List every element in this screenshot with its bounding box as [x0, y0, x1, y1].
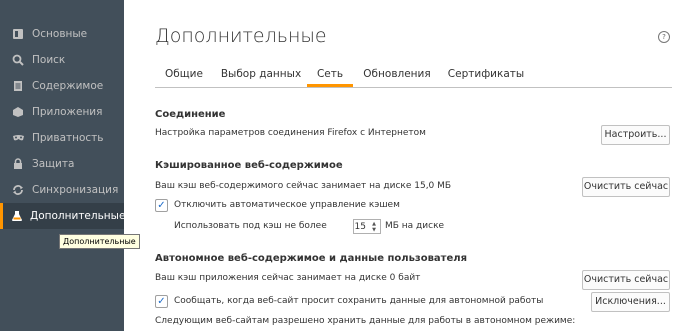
- privacy-icon: [11, 131, 25, 145]
- applications-icon: [11, 105, 25, 119]
- offline-sites-label: Следующим веб-сайтам разрешено хранить д…: [155, 316, 576, 326]
- sidebar-item-label: Защита: [32, 158, 75, 170]
- general-icon: [11, 27, 25, 41]
- sidebar-item-security[interactable]: Защита: [0, 151, 124, 177]
- sidebar-item-general[interactable]: Основные: [0, 21, 124, 47]
- page-title: Дополнительные: [155, 25, 327, 47]
- clear-cache-button[interactable]: Очистить сейчас: [582, 177, 670, 197]
- offline-title: Автономное веб-содержимое и данные польз…: [155, 253, 467, 264]
- tab-certificates[interactable]: Сертификаты: [441, 62, 531, 87]
- sync-icon: [11, 183, 25, 197]
- sidebar-item-label: Содержимое: [32, 80, 104, 92]
- cache-title: Кэшированное веб-содержимое: [155, 160, 343, 171]
- cache-size-value: 15: [354, 222, 366, 232]
- cache-limit-prefix: Использовать под кэш не более: [174, 221, 327, 231]
- exceptions-button[interactable]: Исключения...: [591, 292, 670, 312]
- tab-bar: Общие Выбор данных Сеть Обновления Серти…: [155, 62, 672, 88]
- search-icon: [11, 53, 25, 67]
- cache-size-spinner[interactable]: ▲ ▼: [369, 221, 379, 233]
- sidebar-item-label: Дополнительные: [30, 210, 126, 222]
- connection-settings-button[interactable]: Настроить...: [601, 125, 670, 145]
- offline-notify-checkbox[interactable]: ✓: [155, 295, 168, 308]
- tab-general[interactable]: Общие: [155, 62, 213, 87]
- override-cache-checkbox[interactable]: ✓: [155, 199, 168, 212]
- sidebar-item-search[interactable]: Поиск: [0, 47, 124, 73]
- help-icon[interactable]: ?: [658, 31, 670, 43]
- sidebar-item-label: Основные: [32, 28, 88, 40]
- sidebar-item-label: Приложения: [32, 106, 103, 118]
- main-content: Дополнительные ? Общие Выбор данных Сеть…: [124, 0, 684, 331]
- connection-title: Соединение: [155, 109, 226, 120]
- content-icon: [11, 79, 25, 93]
- tab-network[interactable]: Сеть: [307, 62, 353, 87]
- sidebar-item-content[interactable]: Содержимое: [0, 73, 124, 99]
- active-indicator: [0, 203, 3, 229]
- sidebar-item-sync[interactable]: Синхронизация: [0, 177, 124, 203]
- sidebar-item-label: Приватность: [32, 132, 104, 144]
- override-cache-label: Отключить автоматическое управление кэше…: [174, 200, 400, 210]
- clear-offline-button[interactable]: Очистить сейчас: [582, 270, 670, 290]
- sidebar-item-applications[interactable]: Приложения: [0, 99, 124, 125]
- advanced-icon: [11, 209, 23, 223]
- sidebar-item-label: Поиск: [32, 54, 66, 66]
- cache-status: Ваш кэш веб-содержимого сейчас занимает …: [155, 181, 452, 191]
- sidebar-item-label: Синхронизация: [32, 184, 119, 196]
- tab-update[interactable]: Обновления: [359, 62, 435, 87]
- lock-icon: [11, 157, 25, 171]
- connection-description: Настройка параметров соединения Firefox …: [155, 128, 426, 138]
- sidebar-item-privacy[interactable]: Приватность: [0, 125, 124, 151]
- sidebar-item-advanced[interactable]: Дополнительные: [0, 203, 126, 229]
- offline-notify-label: Сообщать, когда веб-сайт просит сохранит…: [174, 296, 544, 306]
- cache-size-input[interactable]: 15 ▲ ▼: [353, 219, 381, 234]
- offline-status: Ваш кэш приложения сейчас занимает на ди…: [155, 273, 421, 283]
- tab-data-choices[interactable]: Выбор данных: [219, 62, 303, 87]
- sidebar: Основные Поиск Содержимое Приложения При…: [0, 0, 126, 331]
- cache-limit-suffix: МБ на диске: [385, 221, 445, 231]
